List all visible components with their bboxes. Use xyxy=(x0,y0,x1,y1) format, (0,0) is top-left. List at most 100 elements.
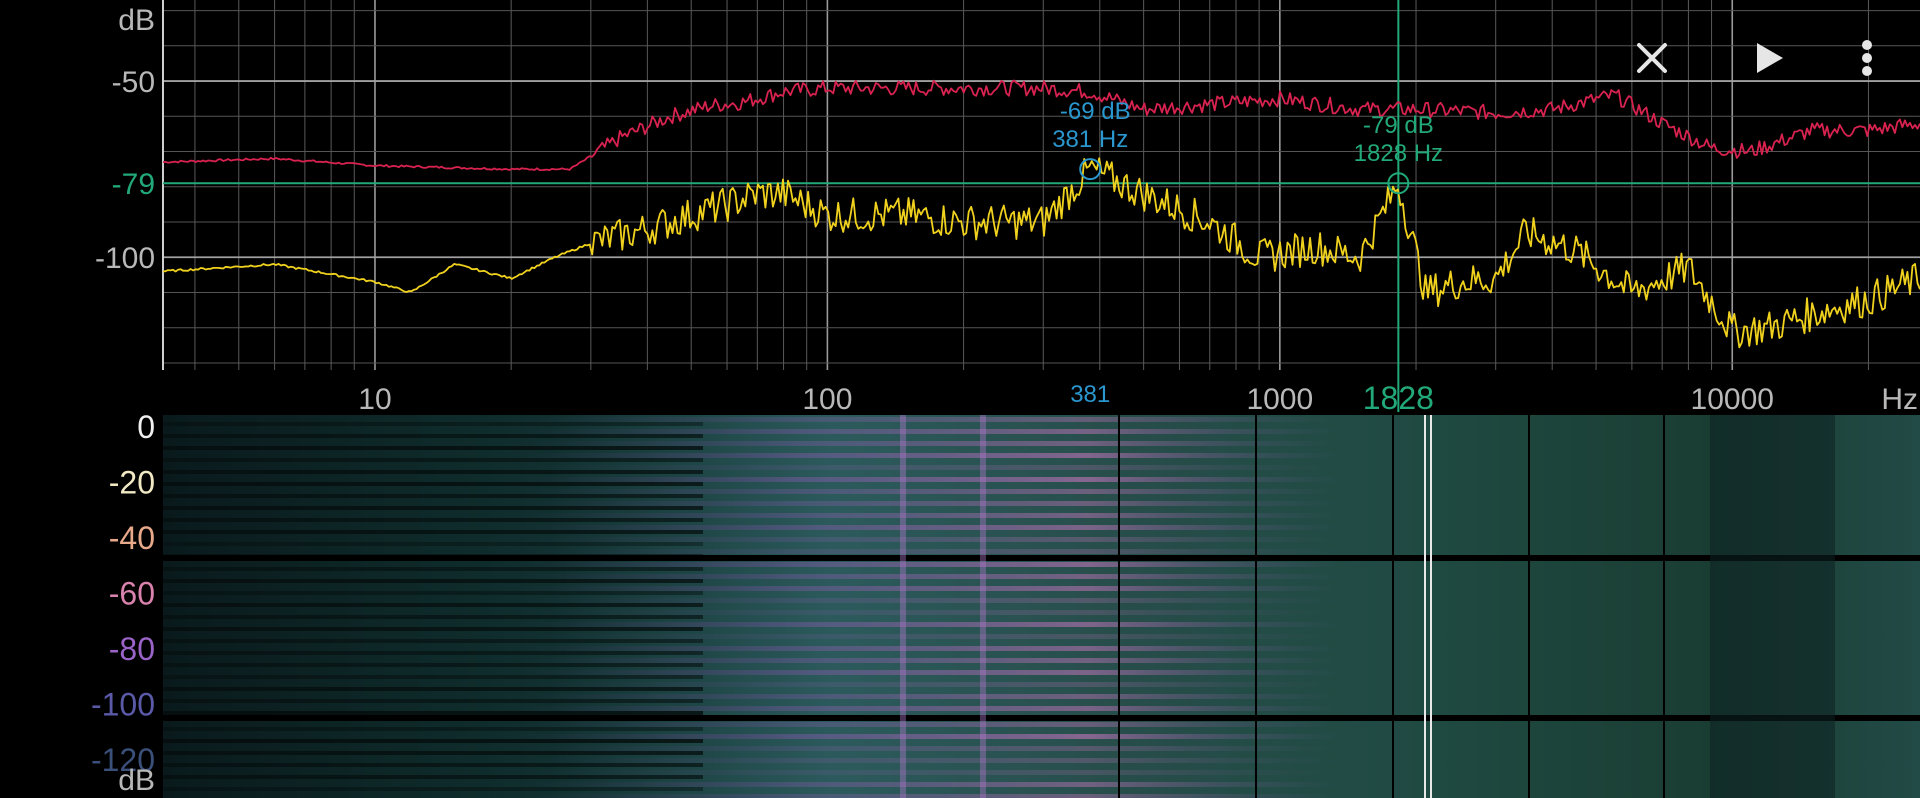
close-icon xyxy=(1637,43,1667,73)
waterfall-dark-band xyxy=(163,675,703,679)
waterfall-streak xyxy=(493,794,1343,798)
waterfall-streak xyxy=(493,562,1343,567)
spectrum-line-peak-hold xyxy=(162,79,1920,172)
play-icon xyxy=(1757,43,1783,73)
waterfall-dark-band xyxy=(163,727,703,731)
waterfall-streak xyxy=(493,634,1343,639)
waterfall-streak xyxy=(493,417,1343,422)
waterfall-streak xyxy=(493,734,1343,739)
colorbar-tick-label: -100 xyxy=(91,687,155,723)
waterfall-streak xyxy=(493,501,1343,506)
spectrum-series xyxy=(162,79,1920,349)
waterfall-dark-band xyxy=(163,699,703,703)
colorbar-tick-label: -20 xyxy=(109,465,155,501)
colorbar-unit: dB xyxy=(118,764,155,797)
peak-markers: -69 dB381 Hz -79 dB1828 Hz xyxy=(1052,98,1443,195)
waterfall-streak xyxy=(493,477,1343,482)
waterfall-dark-band xyxy=(163,506,703,510)
y-axis-unit: dB xyxy=(118,4,155,37)
waterfall-segment-divider xyxy=(1663,415,1665,798)
waterfall-streak xyxy=(493,706,1343,711)
waterfall-streak xyxy=(493,537,1343,542)
waterfall-dark-band xyxy=(163,615,703,619)
more-vert-icon xyxy=(1862,40,1872,76)
colorbar-tick-label: 0 xyxy=(137,415,155,445)
waterfall-dark-band xyxy=(163,591,703,595)
waterfall-cursor-line xyxy=(1424,415,1426,798)
peak-frequency-label: 381 Hz xyxy=(1052,126,1128,153)
waterfall-streak xyxy=(493,525,1343,530)
waterfall-dark-band xyxy=(163,639,703,643)
waterfall-streak xyxy=(493,513,1343,518)
waterfall-dark-band xyxy=(163,458,703,462)
waterfall-dark-band xyxy=(163,518,703,522)
waterfall-streak xyxy=(493,670,1343,675)
cursor-y-label: -79 xyxy=(112,168,155,201)
y-tick-label: -100 xyxy=(95,242,155,275)
cursor-x-label: 1828 xyxy=(1363,380,1434,415)
waterfall-dark-band xyxy=(163,687,703,691)
waterfall-gap xyxy=(163,715,1920,721)
waterfall-streak xyxy=(493,622,1343,627)
peak-db-label: -69 dB xyxy=(1060,98,1131,125)
waterfall-dark-region xyxy=(1710,415,1835,798)
waterfall-streak xyxy=(493,770,1343,775)
waterfall-streak xyxy=(493,782,1343,787)
waterfall-segment-divider xyxy=(1392,415,1394,798)
waterfall-streak xyxy=(493,658,1343,663)
waterfall-dark-band xyxy=(163,663,703,667)
waterfall-dark-band xyxy=(163,530,703,534)
waterfall-streak xyxy=(493,746,1343,751)
close-button[interactable] xyxy=(1624,30,1680,86)
waterfall-dark-band xyxy=(163,711,703,715)
waterfall-streak xyxy=(493,489,1343,494)
waterfall-dark-band xyxy=(163,751,703,755)
waterfall-gap xyxy=(163,555,1920,561)
waterfall-streak xyxy=(493,610,1343,615)
waterfall-dark-band xyxy=(163,627,703,631)
waterfall-dark-band xyxy=(163,739,703,743)
waterfall-dark-band xyxy=(163,422,703,426)
more-options-button[interactable] xyxy=(1840,30,1894,86)
colorbar-tick-label: -80 xyxy=(109,631,155,667)
peak-frequency-label: 1828 Hz xyxy=(1354,140,1443,167)
waterfall-streak xyxy=(493,453,1343,458)
waterfall-vertical-streak xyxy=(900,415,906,798)
colorbar-tick-label: -60 xyxy=(109,576,155,612)
waterfall-dark-band xyxy=(163,494,703,498)
colorbar-tick-label: -40 xyxy=(109,520,155,556)
waterfall-dark-band xyxy=(163,567,703,571)
play-button[interactable] xyxy=(1740,30,1796,86)
x-axis-unit: Hz xyxy=(1881,383,1918,415)
waterfall-streak xyxy=(493,722,1343,727)
waterfall-dark-band xyxy=(163,542,703,546)
waterfall-segment-divider xyxy=(1528,415,1530,798)
waterfall-dark-band xyxy=(163,775,703,779)
waterfall-colorbar: 0-20-40-60-80-100-120dB xyxy=(91,415,155,797)
waterfall-streak xyxy=(493,682,1343,687)
spectrogram-waterfall[interactable]: 0-20-40-60-80-100-120dB xyxy=(0,415,1920,798)
waterfall-dark-band xyxy=(163,579,703,583)
marker-x-label: 381 xyxy=(1070,381,1110,408)
x-tick-label: 10 xyxy=(358,383,391,415)
waterfall-image xyxy=(163,415,1920,798)
waterfall-streak xyxy=(493,465,1343,470)
waterfall-streak xyxy=(493,694,1343,699)
waterfall-streak xyxy=(493,574,1343,579)
waterfall-dark-band xyxy=(163,434,703,438)
waterfall-dark-band xyxy=(163,651,703,655)
y-tick-label: -50 xyxy=(112,66,155,99)
waterfall-streak xyxy=(493,441,1343,446)
x-tick-label: 10000 xyxy=(1691,383,1774,415)
waterfall-dark-band xyxy=(163,482,703,486)
x-tick-label: 100 xyxy=(802,383,852,415)
waterfall-streak xyxy=(493,429,1343,434)
x-tick-label: 1000 xyxy=(1246,383,1313,415)
waterfall-streak xyxy=(493,758,1343,763)
waterfall-vertical-streak xyxy=(980,415,986,798)
waterfall-dark-band xyxy=(163,446,703,450)
waterfall-dark-band xyxy=(163,787,703,791)
waterfall-dark-band xyxy=(163,763,703,767)
waterfall-streak xyxy=(493,586,1343,591)
peak-db-label: -79 dB xyxy=(1363,112,1434,139)
